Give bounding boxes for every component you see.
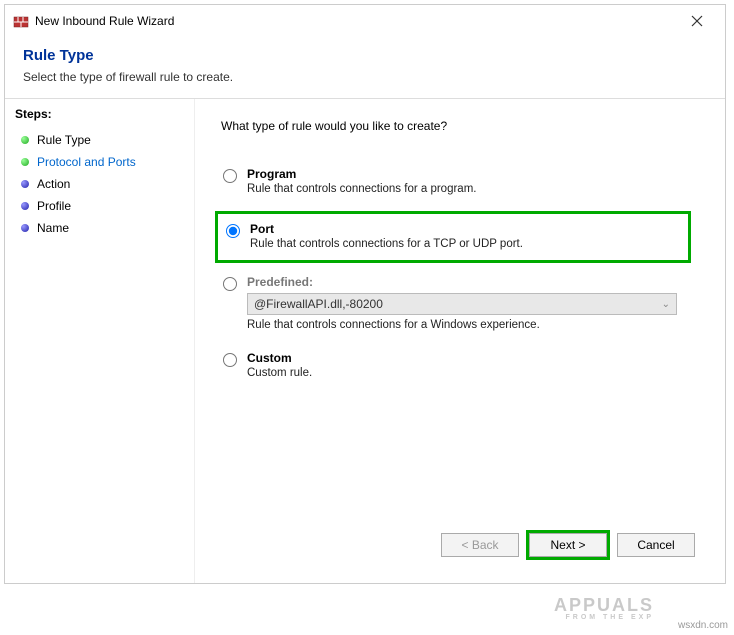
- page-title: Rule Type: [23, 47, 707, 64]
- step-protocol-ports[interactable]: Protocol and Ports: [15, 151, 184, 173]
- chevron-down-icon: ⌄: [662, 299, 670, 310]
- back-button[interactable]: < Back: [441, 533, 519, 557]
- step-label: Action: [37, 177, 70, 191]
- step-label: Rule Type: [37, 133, 91, 147]
- titlebar: New Inbound Rule Wizard: [5, 5, 725, 37]
- button-footer: < Back Next > Cancel: [221, 517, 699, 573]
- step-profile[interactable]: Profile: [15, 195, 184, 217]
- watermark-brand: APPUALS FROM THE EXP: [554, 596, 654, 621]
- radio-custom[interactable]: [223, 353, 237, 367]
- option-desc: Rule that controls connections for a Win…: [247, 319, 699, 331]
- close-icon: [691, 15, 703, 27]
- option-label: Predefined:: [247, 275, 699, 289]
- step-rule-type[interactable]: Rule Type: [15, 129, 184, 151]
- step-action[interactable]: Action: [15, 173, 184, 195]
- option-desc: Rule that controls connections for a TCP…: [250, 238, 682, 250]
- bullet-icon: [21, 136, 29, 144]
- bullet-icon: [21, 202, 29, 210]
- predefined-select-value: @FirewallAPI.dll,-80200: [254, 297, 383, 311]
- prompt-text: What type of rule would you like to crea…: [221, 119, 699, 133]
- bullet-icon: [21, 158, 29, 166]
- content-panel: What type of rule would you like to crea…: [195, 99, 725, 583]
- option-program[interactable]: Program Rule that controls connections f…: [221, 163, 699, 211]
- wizard-body: Steps: Rule Type Protocol and Ports Acti…: [5, 99, 725, 583]
- radio-port[interactable]: [226, 224, 240, 238]
- bullet-icon: [21, 180, 29, 188]
- highlight-annotation: Port Rule that controls connections for …: [215, 211, 691, 263]
- window-title: New Inbound Rule Wizard: [35, 14, 677, 28]
- step-label: Protocol and Ports: [37, 155, 136, 169]
- option-predefined[interactable]: Predefined: @FirewallAPI.dll,-80200 ⌄ Ru…: [221, 271, 699, 347]
- option-label: Port: [250, 222, 682, 236]
- predefined-select[interactable]: @FirewallAPI.dll,-80200 ⌄: [247, 293, 677, 315]
- step-name[interactable]: Name: [15, 217, 184, 239]
- steps-heading: Steps:: [15, 107, 184, 121]
- option-desc: Custom rule.: [247, 367, 699, 379]
- option-custom[interactable]: Custom Custom rule.: [221, 347, 699, 395]
- page-subtitle: Select the type of firewall rule to crea…: [23, 70, 707, 84]
- option-port[interactable]: Port Rule that controls connections for …: [224, 218, 682, 256]
- cancel-button[interactable]: Cancel: [617, 533, 695, 557]
- option-desc: Rule that controls connections for a pro…: [247, 183, 699, 195]
- next-button[interactable]: Next >: [529, 533, 607, 557]
- step-label: Profile: [37, 199, 71, 213]
- option-label: Program: [247, 167, 699, 181]
- watermark-site: wsxdn.com: [678, 620, 728, 631]
- radio-program[interactable]: [223, 169, 237, 183]
- steps-sidebar: Steps: Rule Type Protocol and Ports Acti…: [5, 99, 195, 583]
- close-button[interactable]: [677, 7, 717, 35]
- wizard-header: Rule Type Select the type of firewall ru…: [5, 37, 725, 99]
- bullet-icon: [21, 224, 29, 232]
- step-label: Name: [37, 221, 69, 235]
- wizard-window: New Inbound Rule Wizard Rule Type Select…: [4, 4, 726, 584]
- option-label: Custom: [247, 351, 699, 365]
- rule-type-options: Program Rule that controls connections f…: [221, 163, 699, 395]
- radio-predefined[interactable]: [223, 277, 237, 291]
- firewall-icon: [13, 13, 29, 29]
